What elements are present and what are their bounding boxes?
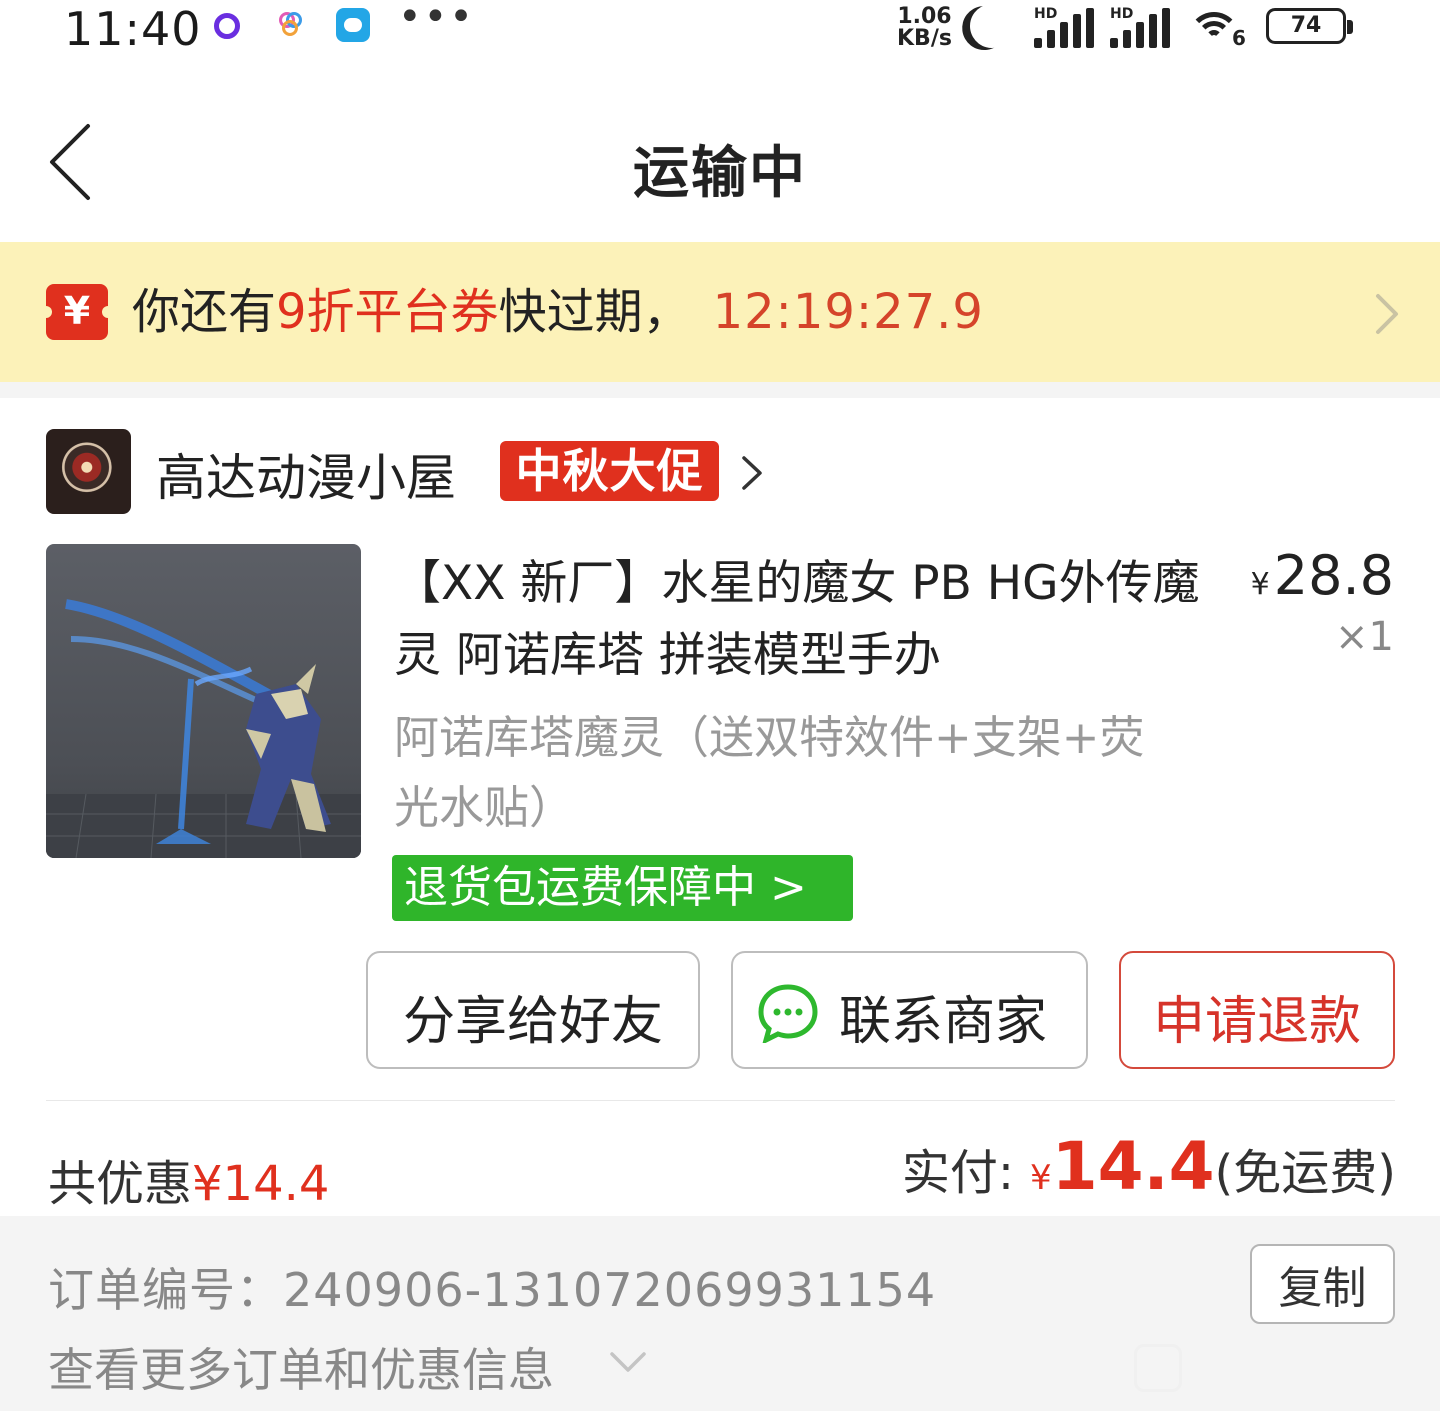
copy-order-number-button[interactable]: 复制 xyxy=(1250,1244,1395,1324)
total-discount: 共优惠¥14.4 xyxy=(48,1156,330,1212)
battery-icon: 74 xyxy=(1266,8,1353,44)
chevron-right-icon[interactable] xyxy=(738,454,766,492)
status-bar: 11:40 ••• 1.06 KB/s HD HD 6 74 xyxy=(0,0,1440,70)
page-title: 运输中 xyxy=(633,141,807,206)
product-title[interactable]: 【XX 新厂】水星的魔女 PB HG外传魔灵 阿诺库塔 拼装模型手办 xyxy=(394,548,1204,692)
promo-tag: 中秋大促 xyxy=(500,441,719,501)
notification-app-icon xyxy=(273,8,307,42)
nav-bar: 运输中 xyxy=(0,70,1440,242)
order-number: 订单编号：240906-131072069931154 xyxy=(48,1263,937,1317)
product-image[interactable] xyxy=(46,544,361,858)
section-gap xyxy=(0,382,1440,398)
coupon-countdown: 12:19:27.9 xyxy=(712,284,984,340)
share-button[interactable]: 分享给好友 xyxy=(366,951,700,1069)
contact-seller-button[interactable]: 联系商家 xyxy=(731,951,1088,1069)
order-card: 高达动漫小屋 中秋大促 【XX 新厂】水星的魔女 PB HG外传魔灵 阿诺库塔 … xyxy=(0,398,1440,1216)
wifi-icon: 6 xyxy=(1188,6,1250,50)
request-refund-button[interactable]: 申请退款 xyxy=(1119,951,1395,1069)
notification-app-icon xyxy=(336,8,370,42)
return-shipping-guarantee-badge[interactable]: 退货包运费保障中 > xyxy=(392,855,853,921)
divider xyxy=(46,1100,1395,1101)
coupon-message: 你还有9折平台券快过期， 12:19:27.9 xyxy=(132,284,984,340)
shop-name[interactable]: 高达动漫小屋 xyxy=(156,438,456,510)
notification-app-icon xyxy=(209,8,243,42)
network-speed: 1.06 KB/s xyxy=(897,4,952,51)
chat-bubble-icon xyxy=(758,984,818,1043)
shop-avatar[interactable] xyxy=(46,429,131,514)
coupon-icon: ¥ xyxy=(40,284,114,340)
product-price: ¥28.8 xyxy=(1250,544,1394,607)
signal-strength-icon: HD xyxy=(1110,6,1172,48)
more-notifications-icon: ••• xyxy=(398,0,475,40)
product-sku: 阿诺库塔魔灵（送双特效件+支架+荧光水贴） xyxy=(394,711,1145,834)
coupon-highlight: 9折平台券 xyxy=(276,284,499,340)
signal-strength-icon: HD xyxy=(1034,6,1096,48)
chevron-right-icon xyxy=(1376,294,1398,334)
floating-button-icon[interactable] xyxy=(1134,1344,1182,1392)
do-not-disturb-moon-icon xyxy=(965,0,1019,53)
view-more-order-info[interactable]: 查看更多订单和优惠信息 xyxy=(48,1334,554,1400)
chevron-down-icon[interactable] xyxy=(608,1350,648,1376)
amount-paid: 实付: ¥14.4(免运费) xyxy=(901,1128,1396,1205)
status-time: 11:40 xyxy=(64,2,202,56)
coupon-expiry-banner[interactable]: ¥ 你还有9折平台券快过期， 12:19:27.9 xyxy=(0,242,1440,382)
product-quantity: ×1 xyxy=(1335,614,1394,660)
